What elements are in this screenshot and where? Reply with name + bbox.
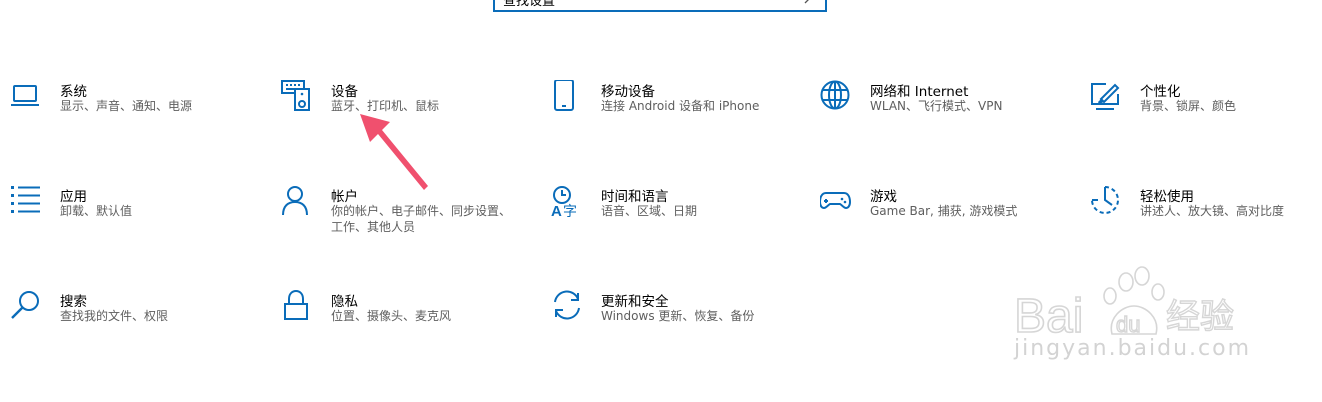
- search-magnifier-icon: [11, 291, 39, 319]
- tile-privacy[interactable]: 隐私 位置、摄像头、麦克风: [281, 290, 531, 354]
- baidu-jingyan-watermark: Bai du 经验: [1013, 266, 1235, 340]
- tile-title: 应用: [60, 189, 87, 205]
- annotation-arrow: [360, 114, 428, 190]
- watermark-site: jingyan.baidu.com: [1014, 336, 1252, 361]
- tile-desc: 你的帐户、电子邮件、同步设置、工作、其他人员: [331, 204, 512, 234]
- tile-title: 时间和语言: [601, 189, 669, 205]
- time-language-icon: A 字: [551, 186, 577, 219]
- tile-title: 隐私: [331, 294, 358, 310]
- tile-desc: 连接 Android 设备和 iPhone: [601, 99, 760, 113]
- personalization-icon: [1091, 83, 1120, 110]
- search-icon[interactable]: [803, 0, 817, 9]
- tile-gaming[interactable]: 游戏 Game Bar, 捕获, 游戏模式: [820, 185, 1070, 249]
- tile-search[interactable]: 搜索 查找我的文件、权限: [10, 290, 260, 354]
- tile-desc: 卸载、默认值: [60, 204, 133, 218]
- phone-icon: [554, 80, 574, 111]
- tile-title: 设备: [331, 84, 358, 100]
- person-icon: [282, 186, 308, 216]
- svg-text:经验: 经验: [1166, 297, 1234, 337]
- tile-title: 游戏: [870, 189, 897, 205]
- search-input[interactable]: 查找设置: [493, 0, 827, 12]
- tile-desc: 语音、区域、日期: [601, 204, 698, 218]
- tile-desc: 背景、锁屏、颜色: [1140, 99, 1237, 113]
- devices-icon: [281, 80, 310, 111]
- tile-system[interactable]: 系统 显示、声音、通知、电源: [10, 80, 260, 144]
- tile-desc: 查找我的文件、权限: [60, 309, 169, 323]
- tile-title: 帐户: [331, 189, 358, 205]
- tile-title: 网络和 Internet: [870, 84, 969, 100]
- tile-title: 个性化: [1140, 84, 1181, 100]
- lock-icon: [284, 290, 308, 320]
- tile-desc: 位置、摄像头、麦克风: [331, 309, 452, 323]
- tile-network[interactable]: 网络和 Internet WLAN、飞行模式、VPN: [820, 80, 1070, 144]
- tile-time-language[interactable]: A 字 时间和语言 语音、区域、日期: [551, 185, 801, 249]
- tile-desc: Windows 更新、恢复、备份: [601, 309, 755, 323]
- tile-title: 更新和安全: [601, 294, 669, 310]
- search-input-text: 查找设置: [503, 0, 556, 9]
- ease-of-access-icon: [1091, 186, 1119, 214]
- gamepad-icon: [820, 192, 852, 210]
- apps-list-icon: [11, 186, 40, 213]
- tile-personalization[interactable]: 个性化 背景、锁屏、颜色: [1090, 80, 1322, 144]
- tile-mobile-devices[interactable]: 移动设备 连接 Android 设备和 iPhone: [551, 80, 801, 144]
- svg-text:A: A: [551, 203, 562, 219]
- svg-text:Bai: Bai: [1014, 290, 1083, 340]
- globe-icon: [820, 80, 850, 110]
- tile-desc: 显示、声音、通知、电源: [60, 99, 193, 113]
- tile-desc: WLAN、飞行模式、VPN: [870, 99, 1003, 113]
- tile-desc: Game Bar, 捕获, 游戏模式: [870, 204, 1018, 218]
- svg-text:du: du: [1116, 312, 1140, 337]
- tile-title: 系统: [60, 84, 87, 100]
- tile-title: 搜索: [60, 294, 87, 310]
- tile-apps[interactable]: 应用 卸载、默认值: [10, 185, 260, 249]
- tile-update-security[interactable]: 更新和安全 Windows 更新、恢复、备份: [551, 290, 801, 354]
- tile-ease-of-access[interactable]: 轻松使用 讲述人、放大镜、高对比度: [1090, 185, 1322, 249]
- tile-desc: 讲述人、放大镜、高对比度: [1140, 204, 1285, 218]
- tile-title: 移动设备: [601, 84, 655, 100]
- svg-text:字: 字: [563, 204, 577, 219]
- tile-title: 轻松使用: [1140, 189, 1194, 205]
- tile-accounts[interactable]: 帐户 你的帐户、电子邮件、同步设置、工作、其他人员: [281, 185, 531, 249]
- refresh-icon: [554, 290, 580, 320]
- laptop-icon: [11, 85, 39, 106]
